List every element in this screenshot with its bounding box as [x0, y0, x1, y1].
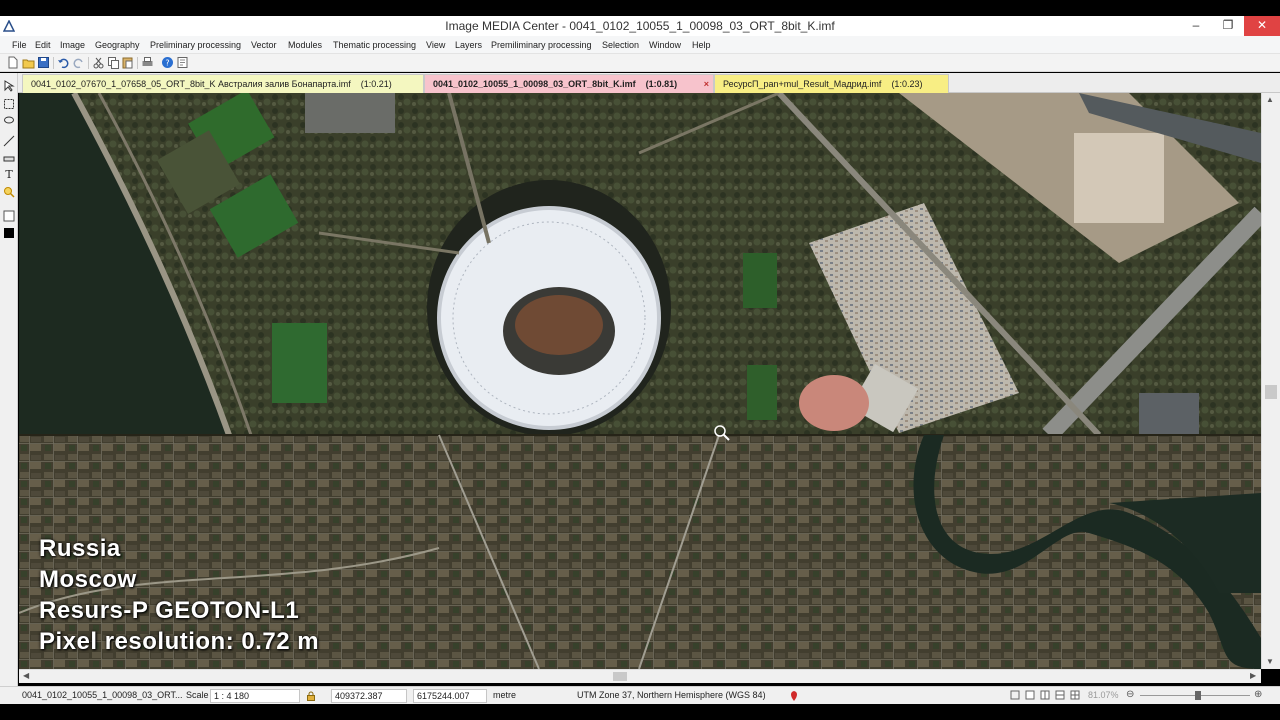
save-icon[interactable]: [37, 56, 50, 69]
tab-zoom: (1:0.81): [645, 79, 678, 89]
pointer-tool-icon[interactable]: [3, 80, 15, 92]
projection-label: UTM Zone 37, Northern Hemisphere (WGS 84…: [577, 690, 766, 700]
horizontal-scrollbar[interactable]: ◀ ▶: [19, 669, 1261, 683]
print-icon[interactable]: [141, 56, 154, 69]
about-icon[interactable]: [176, 56, 189, 69]
y-coordinate-field: 6175244.007: [413, 689, 487, 703]
tab-australia-image[interactable]: 0041_0102_07670_1_07658_05_ORT_8bit_K Ав…: [22, 74, 424, 93]
menu-layers[interactable]: Layers: [455, 40, 482, 50]
gps-marker-icon[interactable]: [789, 690, 799, 702]
zoom-cursor-icon: [714, 425, 730, 441]
zoom-in-icon[interactable]: ⊕: [1254, 688, 1262, 702]
screen-border: [0, 704, 1280, 720]
lasso-icon[interactable]: [3, 115, 15, 127]
background-color-swatch-icon[interactable]: [3, 210, 15, 222]
x-coordinate-field: 409372.387: [331, 689, 407, 703]
tab-zoom: (1:0.23): [891, 79, 923, 89]
tab-zoom: (1:0.21): [360, 79, 392, 89]
paste-icon[interactable]: [121, 56, 134, 69]
open-folder-icon[interactable]: [22, 56, 35, 69]
tab-label: 0041_0102_07670_1_07658_05_ORT_8bit_K Ав…: [31, 79, 351, 89]
split-horizontal-icon[interactable]: [1055, 690, 1065, 700]
scroll-up-icon[interactable]: ▲: [1266, 95, 1274, 104]
ruler-icon[interactable]: [3, 153, 15, 165]
copy-icon[interactable]: [107, 56, 120, 69]
menu-vector[interactable]: Vector: [251, 40, 277, 50]
horizontal-scroll-thumb[interactable]: [613, 672, 627, 681]
toolbar: ?: [0, 54, 1280, 72]
split-vertical-icon[interactable]: [1040, 690, 1050, 700]
tool-palette: T: [0, 73, 18, 687]
svg-text:T: T: [5, 168, 13, 180]
fit-window-icon[interactable]: [1010, 690, 1020, 700]
single-view-icon[interactable]: [1025, 690, 1035, 700]
satellite-image: [19, 93, 1261, 669]
zoom-slider-thumb[interactable]: [1195, 691, 1201, 700]
menu-preliminary-processing[interactable]: Preliminary processing: [150, 40, 241, 50]
units-label: metre: [493, 690, 517, 700]
overlay-country: Russia: [39, 535, 121, 562]
text-tool-icon[interactable]: T: [3, 168, 15, 180]
close-window-button[interactable]: ✕: [1244, 16, 1280, 36]
scale-label: Scale: [186, 690, 209, 700]
lock-icon[interactable]: [306, 691, 316, 701]
menu-window[interactable]: Window: [649, 40, 681, 50]
new-file-icon[interactable]: [6, 56, 19, 69]
tab-label: 0041_0102_10055_1_00098_03_ORT_8bit_K.im…: [433, 79, 636, 89]
overlay-sensor: Resurs-P GEOTON-L1: [39, 597, 300, 624]
menu-modules[interactable]: Modules: [288, 40, 322, 50]
help-icon[interactable]: ?: [161, 56, 174, 69]
tab-label: РесурсП_pan+mul_Result_Мадрид.imf: [723, 79, 882, 89]
scroll-left-icon[interactable]: ◀: [23, 671, 29, 680]
window-title: Image MEDIA Center - 0041_0102_10055_1_0…: [445, 19, 835, 33]
redo-icon[interactable]: [72, 56, 85, 69]
menu-thematic-processing[interactable]: Thematic processing: [333, 40, 416, 50]
rect-select-icon[interactable]: [3, 98, 15, 110]
foreground-color-swatch-icon[interactable]: [3, 227, 15, 239]
title-bar: Image MEDIA Center - 0041_0102_10055_1_0…: [0, 16, 1280, 36]
maximize-button[interactable]: ❐: [1212, 16, 1244, 36]
menu-edit[interactable]: Edit: [35, 40, 51, 50]
line-tool-icon[interactable]: [3, 135, 15, 147]
status-bar: 0041_0102_10055_1_00098_03_ORT... Scale …: [0, 686, 1280, 704]
zoom-out-icon[interactable]: ⊖: [1126, 688, 1134, 702]
tab-close-icon[interactable]: ×: [704, 75, 709, 94]
menu-geography[interactable]: Geography: [95, 40, 140, 50]
minimize-button[interactable]: –: [1180, 16, 1212, 36]
undo-icon[interactable]: [57, 56, 70, 69]
vertical-scroll-thumb[interactable]: [1265, 385, 1277, 399]
menu-image[interactable]: Image: [60, 40, 85, 50]
image-canvas[interactable]: Russia Moscow Resurs-P GEOTON-L1 Pixel r…: [19, 93, 1261, 669]
overlay-city: Moscow: [39, 566, 137, 593]
overlay-resolution: Pixel resolution: 0.72 m: [39, 628, 320, 655]
status-filename: 0041_0102_10055_1_00098_03_ORT...: [22, 690, 183, 700]
menu-file[interactable]: File: [12, 40, 27, 50]
menu-bar: File Edit Image Geography Preliminary pr…: [0, 36, 1280, 54]
scroll-right-icon[interactable]: ▶: [1250, 671, 1256, 680]
zoom-percentage: 81.07%: [1088, 690, 1119, 700]
vertical-scrollbar[interactable]: ▲ ▼: [1261, 93, 1280, 669]
scroll-down-icon[interactable]: ▼: [1266, 657, 1274, 666]
grid-view-icon[interactable]: [1070, 690, 1080, 700]
cut-icon[interactable]: [92, 56, 105, 69]
menu-premiliminary-processing[interactable]: Premiliminary processing: [491, 40, 592, 50]
menu-selection[interactable]: Selection: [602, 40, 639, 50]
tab-madrid-image[interactable]: РесурсП_pan+mul_Result_Мадрид.imf (1:0.23…: [714, 74, 949, 93]
tab-active-moscow-image[interactable]: 0041_0102_10055_1_00098_03_ORT_8bit_K.im…: [424, 74, 714, 93]
svg-text:?: ?: [165, 59, 169, 68]
document-tabs: 0041_0102_07670_1_07658_05_ORT_8bit_K Ав…: [0, 73, 1280, 93]
menu-view[interactable]: View: [426, 40, 445, 50]
zoom-tool-icon[interactable]: [3, 186, 15, 198]
scale-input[interactable]: 1 : 4 180: [210, 689, 300, 703]
menu-help[interactable]: Help: [692, 40, 711, 50]
